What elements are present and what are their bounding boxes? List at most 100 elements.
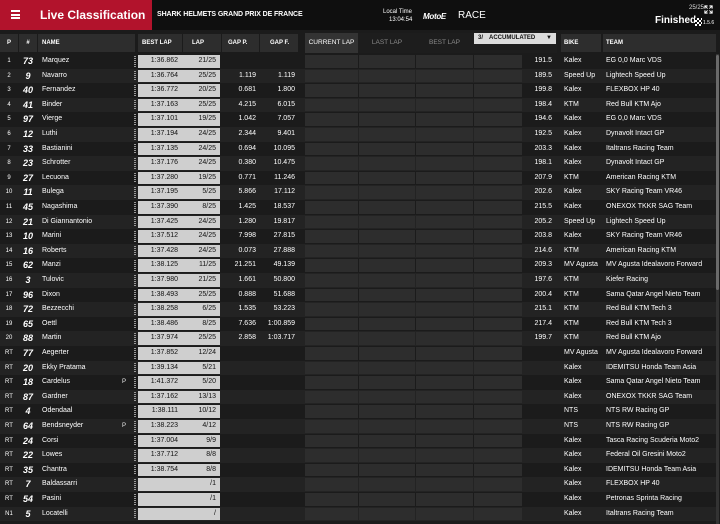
row-top-speed: 202.6 [534, 188, 552, 196]
row-best-lap: 1:37.195 [138, 186, 182, 199]
sector-time-cell [305, 113, 358, 126]
accumulated-dropdown[interactable]: 3/ ACCUMULATED ▼ [474, 33, 556, 44]
row-gap-first [260, 376, 298, 389]
row-team: MV Agusta Idealavoro Forward [606, 261, 703, 269]
row-rider-name: Manzi [42, 261, 61, 269]
row-position: RT [5, 466, 13, 473]
row-bike: Kalex [564, 509, 582, 517]
row-top-speed: 198.4 [534, 100, 552, 108]
sector-marker-icon [134, 158, 136, 169]
row-lap-count: 8/25 [182, 201, 220, 214]
hamburger-menu-icon[interactable] [11, 10, 20, 19]
row-top-speed: 189.5 [534, 71, 552, 79]
row-gap-first: 18.537 [273, 203, 295, 210]
penalty-flag: P [122, 379, 127, 386]
tab-last-lap[interactable]: LAST LAP [359, 33, 415, 53]
sector-time-cell [359, 186, 415, 199]
header-gap-prev[interactable]: GAP P. [222, 34, 259, 52]
header-gap-first[interactable]: GAP F. [260, 34, 298, 52]
row-position: 3 [7, 87, 11, 94]
row-rider-number: 5 [25, 508, 31, 519]
local-time-value: 13:04:54 [389, 17, 413, 23]
fullscreen-icon[interactable] [704, 5, 713, 14]
header-team[interactable]: TEAM [603, 34, 716, 52]
sector-time-cell [305, 420, 358, 433]
sector-marker-icon [134, 289, 136, 301]
row-position: 4 [7, 101, 11, 108]
sector-marker-icon [134, 260, 136, 271]
row-gap-first [260, 435, 298, 448]
row-gap-first: 27.888 [273, 246, 295, 254]
row-position: 12 [5, 218, 13, 225]
sector-time-cell [474, 332, 522, 345]
row-rider-name: Oettl [42, 319, 57, 327]
sector-time-cell [305, 361, 358, 375]
sector-time-cell [359, 215, 415, 229]
sector-time-cell [474, 55, 522, 68]
row-bike: KTM [564, 276, 579, 283]
row-lap-count: 19/25 [182, 113, 220, 126]
row-team: Italtrans Racing Team [606, 509, 674, 517]
row-team: Kiefer Racing [606, 276, 649, 283]
row-best-lap: 1:37.852 [138, 347, 182, 360]
laps-counter: 25/25 [688, 5, 704, 11]
header-best-lap[interactable]: BEST LAP [138, 34, 182, 52]
row-gap-previous [222, 405, 260, 418]
row-team: MV Agusta Idealavoro Forward [606, 349, 703, 356]
header-bike[interactable]: BIKE [561, 34, 601, 52]
row-best-lap: 1:38.754 [138, 463, 182, 477]
row-top-speed: 199.7 [534, 334, 552, 342]
row-lap-count: / [182, 507, 220, 521]
row-lap-count: 24/25 [182, 244, 220, 258]
top-header: Live Classification SHARK HELMETS GRAND … [0, 0, 720, 30]
row-bike: Kalex [564, 130, 582, 137]
sector-time-cell [305, 215, 358, 229]
sector-time-cell [416, 361, 473, 375]
row-best-lap: 1:37.390 [138, 201, 182, 214]
row-best-lap: 1:38.223 [138, 420, 182, 433]
row-position: 10 [5, 189, 13, 196]
row-rider-number: 12 [22, 129, 33, 139]
row-position: RT [5, 423, 13, 429]
row-gap-previous: 1.661 [238, 276, 256, 283]
row-top-speed: 198.1 [534, 159, 552, 167]
row-gap-first: 7.057 [277, 115, 295, 123]
header-lap[interactable]: LAP [183, 34, 221, 52]
header-name[interactable]: NAME [38, 34, 135, 52]
row-best-lap: 1:37.512 [138, 230, 182, 243]
row-rider-name: Odendaal [42, 407, 73, 415]
row-lap-count: 24/25 [182, 157, 220, 170]
row-team: Dynavolt Intact GP [606, 159, 665, 167]
row-team: Red Bull KTM Tech 3 [606, 305, 672, 313]
row-gap-previous [222, 435, 260, 448]
sector-time-cell [416, 274, 473, 287]
sector-time-cell [474, 274, 522, 287]
row-lap-count: 5/21 [182, 361, 220, 375]
scrollbar-thumb[interactable] [716, 55, 719, 290]
sector-time-cell [305, 463, 358, 477]
row-rider-number: 22 [22, 450, 33, 461]
tab-current-lap[interactable]: CURRENT LAP [305, 33, 358, 53]
row-top-speed [522, 508, 554, 521]
header-pos[interactable]: P [0, 34, 18, 52]
row-lap-count: 25/25 [182, 69, 220, 83]
row-top-speed [522, 391, 554, 404]
sector-time-cell [305, 128, 358, 141]
row-team: ONEXOX TKKR SAG Team [606, 203, 693, 210]
row-rider-number: 21 [22, 216, 33, 227]
sector-time-cell [474, 215, 522, 229]
row-rider-number: 73 [22, 56, 33, 66]
sector-marker-icon [134, 450, 136, 461]
sector-marker-icon [134, 202, 136, 213]
row-bike: Kalex [564, 436, 582, 444]
row-position: 6 [7, 131, 11, 137]
sector-time-cell [474, 376, 522, 389]
tab-best-lap[interactable]: BEST LAP [416, 33, 473, 53]
row-best-lap [138, 478, 182, 491]
row-bike: Kalex [564, 203, 582, 210]
header-number[interactable]: # [19, 34, 37, 52]
row-best-lap: 1:37.163 [138, 98, 182, 112]
row-rider-number: 88 [22, 333, 33, 344]
row-rider-name: Cardelus [42, 378, 71, 386]
sector-marker-icon [134, 464, 136, 476]
